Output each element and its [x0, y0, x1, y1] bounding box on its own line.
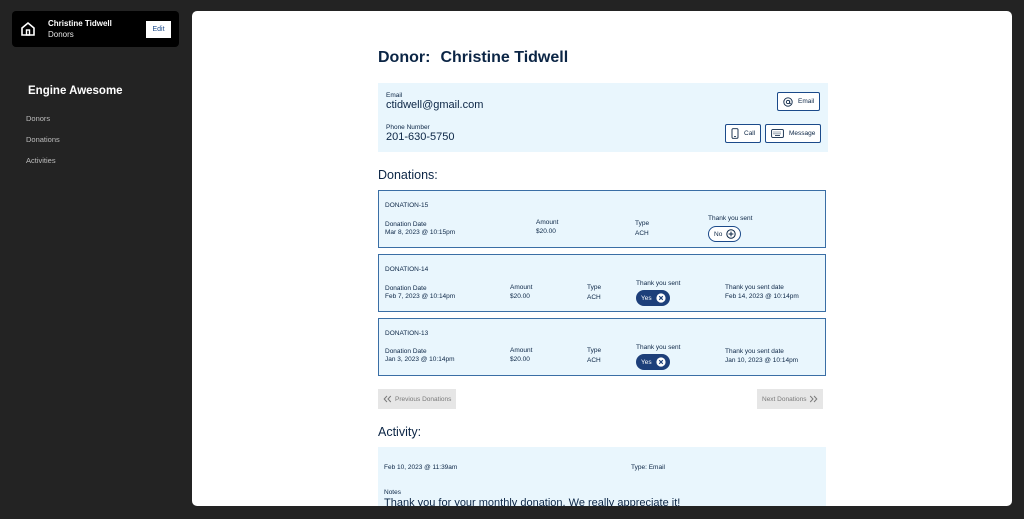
activity-date: Feb 10, 2023 @ 11:39am — [384, 464, 458, 471]
page-title-name: Christine Tidwell — [440, 49, 569, 66]
next-donations-button[interactable]: Next Donations — [757, 389, 824, 409]
edit-button[interactable]: Edit — [146, 20, 171, 38]
sidebar-item-activities[interactable]: Activities — [26, 155, 60, 176]
thanks-toggle-label: Yes — [641, 294, 652, 302]
activity-card[interactable]: Feb 10, 2023 @ 11:39am Type: Email Notes… — [378, 447, 826, 506]
context-subtitle: Donors — [48, 29, 74, 39]
thanks-toggle-yes[interactable]: Yes — [636, 290, 670, 306]
chevrons-left-icon — [383, 395, 392, 403]
thanks-toggle-no[interactable]: No — [708, 226, 742, 242]
at-icon — [783, 96, 793, 107]
amount-label: Amount — [536, 219, 559, 226]
plus-circle-icon — [726, 229, 737, 239]
context-donor-name: Christine Tidwell — [48, 18, 112, 28]
donation-id: DONATION-15 — [385, 202, 429, 209]
previous-donations-button[interactable]: Previous Donations — [378, 389, 457, 409]
thanks-toggle-label: No — [714, 230, 723, 238]
thanks-label: Thank you sent — [636, 344, 681, 351]
type-value: ACH — [587, 357, 601, 364]
donations-title: Donations: — [378, 168, 438, 182]
contact-card: Email ctidwell@gmail.com Phone Number 20… — [378, 83, 828, 152]
thanks-toggle-label: Yes — [641, 358, 652, 366]
message-button-label: Message — [789, 130, 816, 137]
email-value: ctidwell@gmail.com — [386, 99, 484, 111]
chevrons-right-icon — [810, 395, 818, 403]
brand-title: Engine Awesome — [28, 85, 123, 97]
message-button[interactable]: Message — [765, 124, 822, 143]
donation-date: Jan 3, 2023 @ 10:14pm — [385, 356, 455, 363]
activity-title: Activity: — [378, 425, 422, 439]
x-circle-icon — [656, 357, 666, 367]
amount-label: Amount — [510, 347, 533, 354]
sidebar-item-donors[interactable]: Donors — [26, 113, 60, 134]
home-icon — [21, 21, 35, 36]
keyboard-icon — [771, 129, 784, 138]
page-title-prefix: Donor: — [378, 49, 431, 66]
previous-donations-label: Previous Donations — [395, 395, 452, 403]
phone-label: Phone Number — [386, 124, 430, 131]
activity-notes: Thank you for your monthly donation. We … — [384, 497, 681, 506]
thanks-toggle-yes[interactable]: Yes — [636, 354, 670, 370]
donation-date: Mar 8, 2023 @ 10:15pm — [385, 229, 456, 236]
amount-label: Amount — [510, 284, 533, 291]
email-button[interactable]: Email — [777, 92, 821, 111]
type-value: ACH — [587, 294, 601, 301]
call-button[interactable]: Call — [725, 124, 762, 143]
call-button-label: Call — [744, 130, 756, 137]
donation-date-label: Donation Date — [385, 348, 427, 355]
next-donations-label: Next Donations — [762, 395, 807, 403]
type-value: ACH — [635, 230, 649, 237]
donor-context-card: Christine Tidwell Donors Edit — [12, 11, 179, 47]
donation-date: Feb 7, 2023 @ 10:14pm — [385, 293, 456, 300]
email-button-label: Email — [798, 98, 815, 105]
amount-value: $20.00 — [510, 356, 530, 363]
amount-value: $20.00 — [510, 293, 530, 300]
thanks-label: Thank you sent — [636, 280, 681, 287]
donation-card[interactable]: DONATION-13 Donation Date Jan 3, 2023 @ … — [378, 318, 826, 376]
donation-card[interactable]: DONATION-14 Donation Date Feb 7, 2023 @ … — [378, 254, 826, 312]
type-label: Type — [587, 347, 602, 354]
donation-id: DONATION-13 — [385, 330, 429, 337]
phone-value: 201-630-5750 — [386, 131, 455, 143]
sidebar-item-donations[interactable]: Donations — [26, 134, 60, 155]
amount-value: $20.00 — [536, 228, 556, 235]
thanks-date-label: Thank you sent date — [725, 348, 784, 355]
donation-card[interactable]: DONATION-15 Donation Date Mar 8, 2023 @ … — [378, 190, 826, 248]
thanks-date-label: Thank you sent date — [725, 284, 784, 291]
thanks-date: Jan 10, 2023 @ 10:14pm — [725, 357, 799, 364]
x-circle-icon — [656, 293, 666, 303]
type-label: Type — [587, 284, 602, 291]
donation-date-label: Donation Date — [385, 221, 427, 228]
thanks-date: Feb 14, 2023 @ 10:14pm — [725, 293, 799, 300]
activity-type: Type: Email — [631, 464, 665, 471]
thanks-label: Thank you sent — [708, 215, 753, 222]
type-label: Type — [635, 220, 650, 227]
page-title: Donor: Christine Tidwell — [378, 49, 568, 67]
donation-id: DONATION-14 — [385, 266, 429, 273]
main-panel: Donor: Christine Tidwell Email ctidwell@g… — [192, 11, 1012, 506]
email-label: Email — [386, 92, 403, 99]
donation-date-label: Donation Date — [385, 285, 427, 292]
phone-icon — [731, 128, 739, 139]
sidebar-nav: Donors Donations Activities — [26, 113, 60, 176]
activity-notes-label: Notes — [384, 489, 401, 496]
